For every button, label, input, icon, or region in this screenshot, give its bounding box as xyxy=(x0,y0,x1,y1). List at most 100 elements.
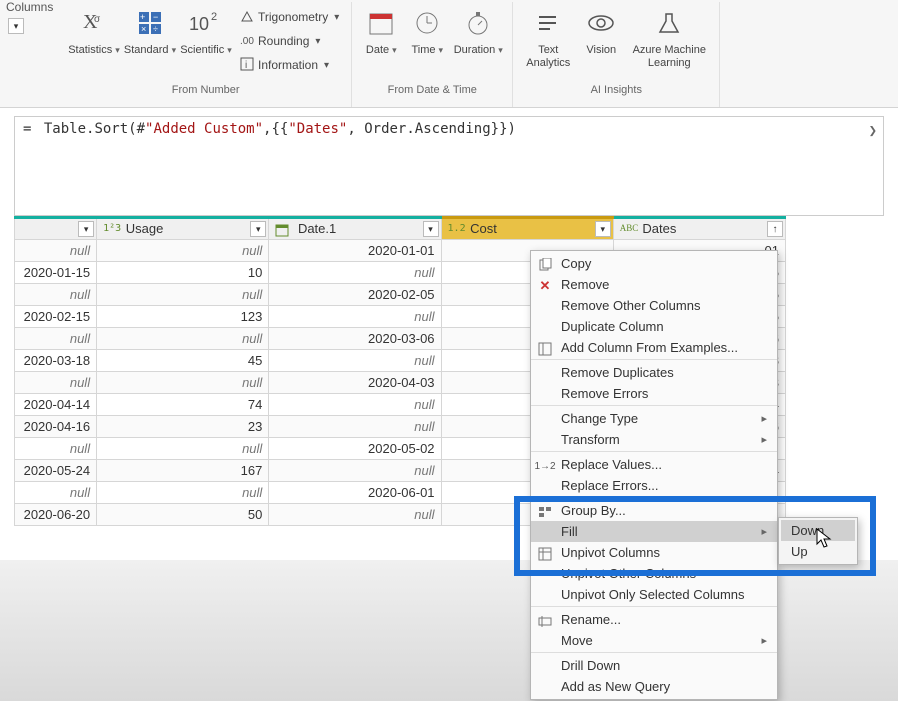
table-cell[interactable]: null xyxy=(269,416,441,438)
table-cell[interactable]: null xyxy=(15,482,97,504)
text-analytics-label: Text Analytics xyxy=(526,44,570,70)
statistics-button[interactable]: Χσ Statistics xyxy=(66,2,122,78)
table-cell[interactable]: null xyxy=(97,438,269,460)
menu-copy[interactable]: Copy xyxy=(531,253,777,274)
table-cell[interactable]: null xyxy=(97,328,269,350)
table-cell[interactable]: 10 xyxy=(97,262,269,284)
table-cell[interactable]: 2020-02-15 xyxy=(15,306,97,328)
menu-duplicate[interactable]: Duplicate Column xyxy=(531,316,777,337)
column-header-date1[interactable]: Date.1 ▾ xyxy=(269,218,441,240)
table-cell[interactable]: null xyxy=(269,306,441,328)
formula-bar[interactable]: = Table.Sort(#"Added Custom",{{"Dates", … xyxy=(14,116,884,216)
table-cell[interactable]: null xyxy=(269,504,441,526)
trigonometry-button[interactable]: Trigonometry xyxy=(236,6,343,28)
azure-ml-button[interactable]: Azure Machine Learning xyxy=(625,2,713,78)
column-dropdown[interactable]: ▾ xyxy=(250,221,266,237)
menu-drill-down-label: Drill Down xyxy=(561,658,620,673)
menu-drill-down[interactable]: Drill Down xyxy=(531,655,777,676)
table-cell[interactable]: null xyxy=(269,262,441,284)
table-cell[interactable]: 2020-01-15 xyxy=(15,262,97,284)
menu-add-from-examples[interactable]: Add Column From Examples... xyxy=(531,337,777,360)
table-cell[interactable]: 167 xyxy=(97,460,269,482)
table-cell[interactable]: 45 xyxy=(97,350,269,372)
table-cell[interactable]: 2020-03-06 xyxy=(269,328,441,350)
table-cell[interactable]: null xyxy=(15,372,97,394)
formula-mid: ,{{ xyxy=(263,121,288,137)
menu-fill[interactable]: Fill ▸ xyxy=(531,521,777,542)
table-cell[interactable]: 2020-01-01 xyxy=(269,240,441,262)
menu-fill-label: Fill xyxy=(561,524,578,539)
menu-unpivot[interactable]: Unpivot Columns xyxy=(531,542,777,563)
menu-add-as-new-query[interactable]: Add as New Query xyxy=(531,676,777,697)
table-cell[interactable]: null xyxy=(97,482,269,504)
time-button[interactable]: Time xyxy=(404,2,450,78)
table-cell[interactable]: 2020-06-20 xyxy=(15,504,97,526)
collapse-caret-icon[interactable]: ❯ xyxy=(869,123,877,139)
submenu-down[interactable]: Down xyxy=(781,520,855,541)
menu-remove-duplicates[interactable]: Remove Duplicates xyxy=(531,362,777,383)
table-cell[interactable]: 2020-04-03 xyxy=(269,372,441,394)
duration-button[interactable]: Duration xyxy=(450,2,506,78)
table-cell[interactable]: 2020-06-01 xyxy=(269,482,441,504)
menu-remove-errors[interactable]: Remove Errors xyxy=(531,383,777,406)
table-cell[interactable]: null xyxy=(15,328,97,350)
submenu-up[interactable]: Up xyxy=(781,541,855,562)
menu-replace-values[interactable]: 1→2 Replace Values... xyxy=(531,454,777,475)
menu-group-by[interactable]: Group By... xyxy=(531,500,777,521)
table-cell[interactable]: 2020-04-16 xyxy=(15,416,97,438)
column-header-cost[interactable]: 1.2 Cost ▾ xyxy=(441,218,613,240)
table-cell[interactable]: null xyxy=(97,372,269,394)
table-cell[interactable]: null xyxy=(15,284,97,306)
standard-label: Standard xyxy=(124,44,176,57)
date-button[interactable]: Date xyxy=(358,2,404,78)
columns-dropdown[interactable]: ▾ xyxy=(8,18,24,34)
menu-replace-errors[interactable]: Replace Errors... xyxy=(531,475,777,498)
information-label: Information xyxy=(258,58,318,72)
column-dropdown[interactable]: ▾ xyxy=(423,221,439,237)
vision-button[interactable]: Vision xyxy=(577,2,625,78)
table-cell[interactable]: null xyxy=(15,240,97,262)
table-cell[interactable]: null xyxy=(269,394,441,416)
table-cell[interactable]: 74 xyxy=(97,394,269,416)
table-cell[interactable]: 123 xyxy=(97,306,269,328)
table-cell[interactable]: 2020-05-24 xyxy=(15,460,97,482)
column-dropdown[interactable]: ▾ xyxy=(78,221,94,237)
column-dropdown[interactable]: ▾ xyxy=(595,221,611,237)
menu-move[interactable]: Move ▸ xyxy=(531,630,777,653)
text-analytics-button[interactable]: Text Analytics xyxy=(519,2,577,78)
menu-change-type[interactable]: Change Type ▸ xyxy=(531,408,777,429)
add-column-icon xyxy=(537,341,553,357)
table-cell[interactable]: null xyxy=(97,240,269,262)
table-cell[interactable]: 2020-04-14 xyxy=(15,394,97,416)
table-cell[interactable]: 2020-03-18 xyxy=(15,350,97,372)
formula-arg2: "Dates" xyxy=(288,121,347,137)
sort-indicator-icon[interactable]: ↑ xyxy=(767,221,783,237)
rounding-button[interactable]: .00 Rounding xyxy=(236,30,343,52)
menu-rename[interactable]: Rename... xyxy=(531,609,777,630)
calendar-type-icon xyxy=(275,223,291,237)
table-cell[interactable]: null xyxy=(97,284,269,306)
table-cell[interactable]: 23 xyxy=(97,416,269,438)
menu-unpivot-other[interactable]: Unpivot Other Columns xyxy=(531,563,777,584)
menu-remove-other[interactable]: Remove Other Columns xyxy=(531,295,777,316)
column-header-usage[interactable]: 1²3 Usage ▾ xyxy=(97,218,269,240)
menu-transform[interactable]: Transform ▸ xyxy=(531,429,777,452)
table-cell[interactable]: null xyxy=(15,438,97,460)
column-header-dates[interactable]: ABC Dates ↑ xyxy=(613,218,785,240)
menu-remove-duplicates-label: Remove Duplicates xyxy=(561,365,674,380)
column-header-blank[interactable]: ▾ xyxy=(15,218,97,240)
standard-button[interactable]: + − × ÷ Standard xyxy=(122,2,178,78)
menu-remove[interactable]: ✕ Remove xyxy=(531,274,777,295)
table-cell[interactable]: null xyxy=(269,350,441,372)
submenu-arrow-icon: ▸ xyxy=(761,634,767,647)
table-cell[interactable]: null xyxy=(269,460,441,482)
duration-label: Duration xyxy=(454,44,503,57)
menu-group-by-label: Group By... xyxy=(561,503,626,518)
table-cell[interactable]: 2020-02-05 xyxy=(269,284,441,306)
table-cell[interactable]: 50 xyxy=(97,504,269,526)
menu-unpivot-selected[interactable]: Unpivot Only Selected Columns xyxy=(531,584,777,607)
information-button[interactable]: i Information xyxy=(236,54,343,76)
table-cell[interactable]: 2020-05-02 xyxy=(269,438,441,460)
scientific-button[interactable]: 102 Scientific xyxy=(178,2,234,78)
group-icon xyxy=(537,504,553,520)
